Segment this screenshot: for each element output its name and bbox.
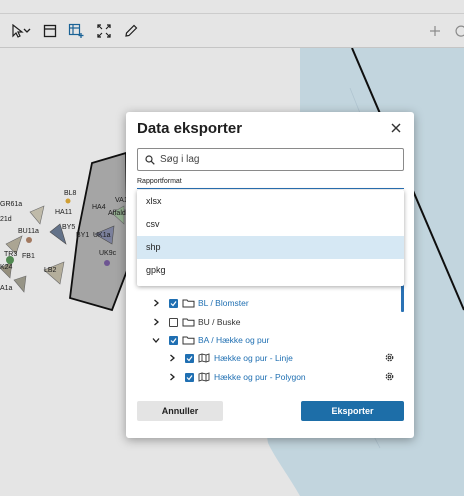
expand-chevron[interactable] [167,372,177,382]
tree-row-ba: BA / Hække og pur [151,331,269,349]
close-icon [391,123,401,133]
tree-row-polygon: Hække og pur - Polygon [167,368,306,386]
chevron-right-icon [169,354,175,362]
format-option-shp[interactable]: shp [137,236,404,259]
expand-chevron[interactable] [167,353,177,363]
format-field-label: Rapportformat [137,178,182,185]
tree-item-label[interactable]: BL / Blomster [198,298,249,308]
dialog-title: Data eksporter [137,120,243,137]
settings-gear-icon[interactable] [384,371,395,382]
export-button[interactable]: Eksporter [301,401,404,421]
search-icon [145,154,155,165]
collapse-chevron[interactable] [151,335,161,345]
folder-icon [182,318,195,327]
expand-chevron[interactable] [151,317,161,327]
checkmark-icon [186,355,193,361]
layer-search-input[interactable] [160,154,390,165]
tree-item-label[interactable]: BA / Hække og pur [198,335,269,345]
checkmark-icon [170,300,177,306]
chevron-right-icon [169,373,175,381]
layer-search-box [137,148,404,171]
tree-item-label[interactable]: BU / Buske [198,317,241,327]
close-button[interactable] [388,120,404,136]
format-option-xlsx[interactable]: xlsx [137,190,404,213]
layer-checkbox[interactable] [185,353,194,363]
format-select[interactable] [137,188,404,189]
expand-chevron[interactable] [151,298,161,308]
tree-row-linje: Hække og pur - Linje [167,349,293,367]
checkmark-icon [170,337,177,343]
chevron-down-icon [152,337,160,343]
map-layer-icon [198,372,210,382]
tree-item-label[interactable]: Hække og pur - Polygon [214,372,306,382]
folder-icon [182,299,195,308]
layer-checkbox[interactable] [169,335,178,345]
settings-gear-icon[interactable] [384,352,395,363]
format-dropdown-list: xlsx csv shp gpkg [137,190,404,286]
tree-row-bl: BL / Blomster [151,294,249,312]
map-layer-icon [198,353,210,363]
format-option-csv[interactable]: csv [137,213,404,236]
chevron-right-icon [153,299,159,307]
layer-checkbox[interactable] [169,317,178,327]
tree-row-bu: BU / Buske [151,313,241,331]
format-option-gpkg[interactable]: gpkg [137,259,404,282]
chevron-right-icon [153,318,159,326]
layer-checkbox[interactable] [185,372,194,382]
folder-icon [182,336,195,345]
cancel-button[interactable]: Annuller [137,401,223,421]
tree-item-label[interactable]: Hække og pur - Linje [214,353,293,363]
checkmark-icon [186,374,193,380]
layer-checkbox[interactable] [169,298,178,308]
